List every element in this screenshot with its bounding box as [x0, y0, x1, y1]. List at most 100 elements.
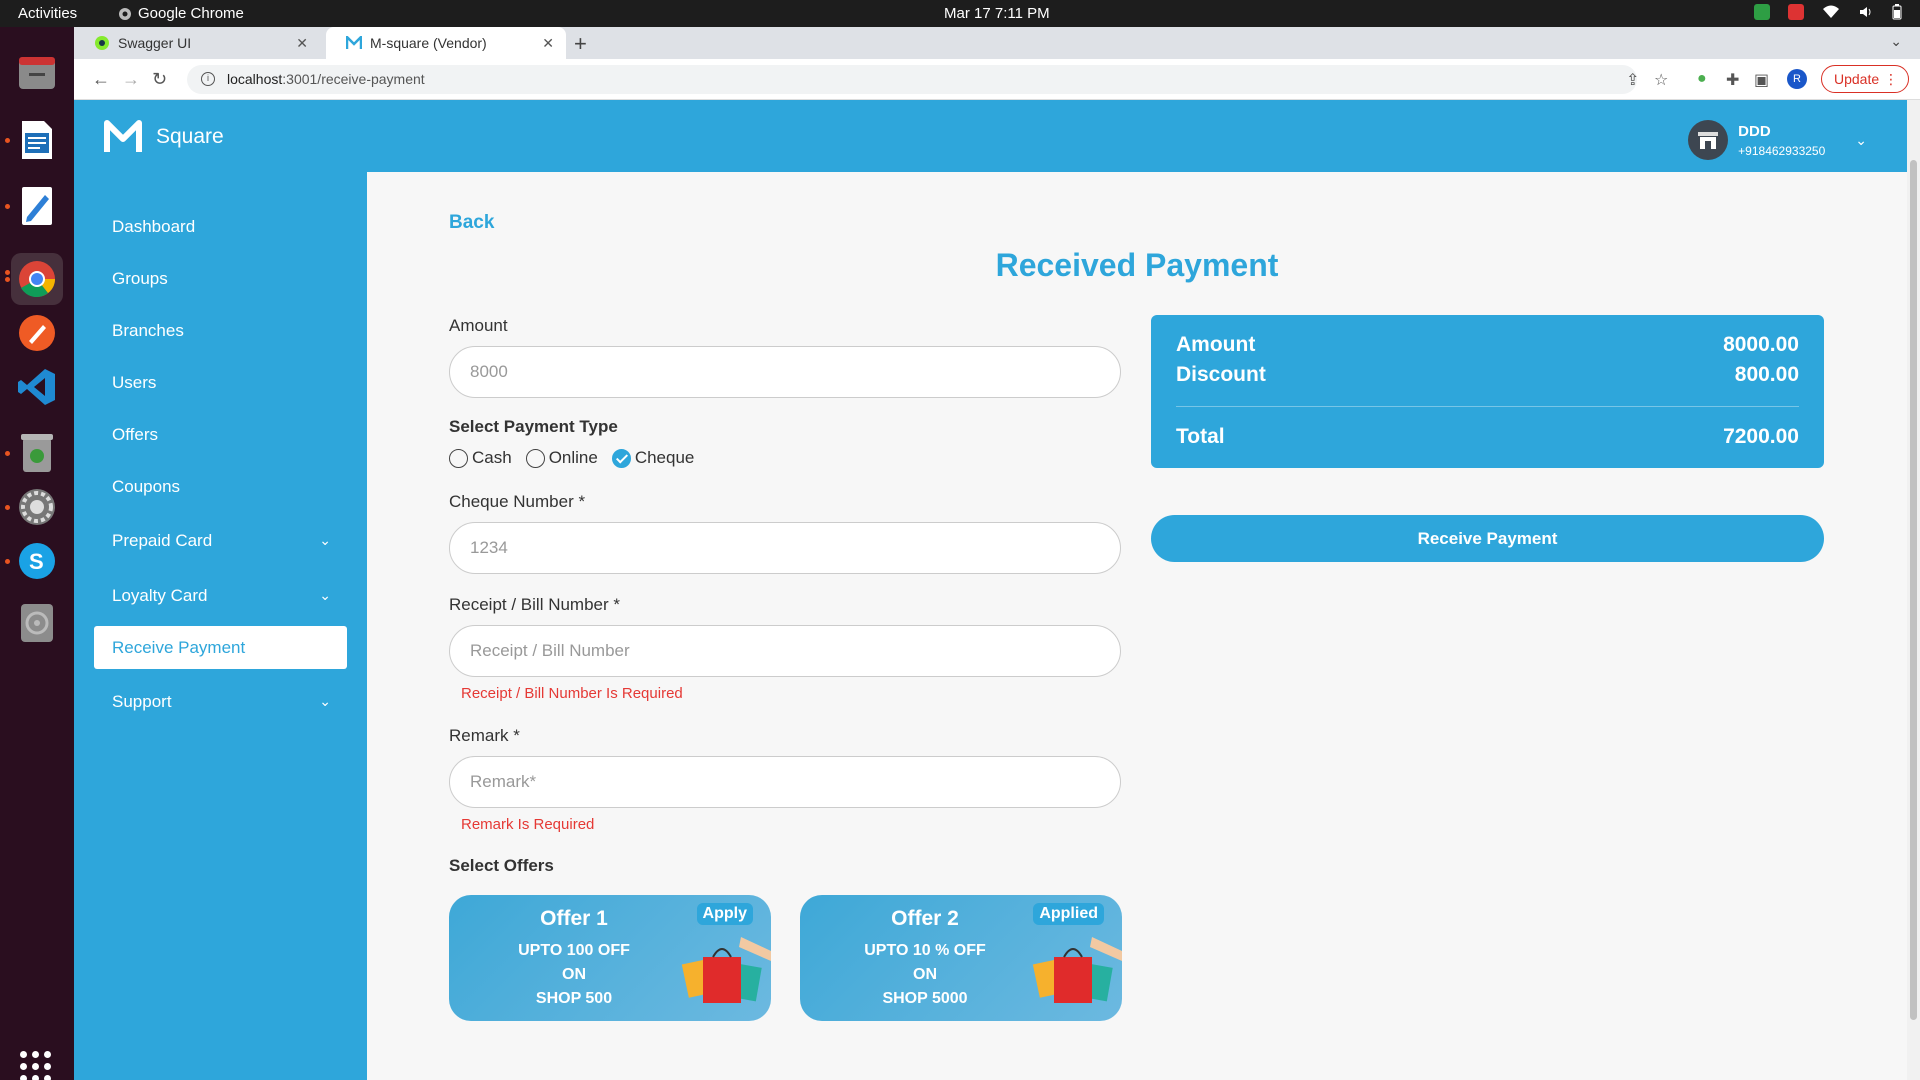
- wifi-icon[interactable]: [1822, 4, 1840, 20]
- url-field[interactable]: i localhost:3001/receive-payment: [187, 65, 1637, 94]
- remark-field[interactable]: [449, 756, 1121, 808]
- sidebar-item-loyalty-card[interactable]: Loyalty Card ⌄: [94, 574, 347, 617]
- sidebar-item-branches[interactable]: Branches: [94, 309, 347, 352]
- files-dock-icon[interactable]: [11, 47, 63, 99]
- tab-search-icon[interactable]: ⌄: [1890, 33, 1902, 50]
- radio-circle-icon: [525, 448, 545, 468]
- scrollbar-thumb[interactable]: [1910, 160, 1917, 1020]
- back-arrow-icon[interactable]: ←: [92, 69, 110, 90]
- chrome-small-icon: [119, 7, 131, 20]
- dock: >_ S: [0, 27, 74, 1080]
- offer-title: Offer 2: [891, 907, 959, 930]
- sidebar-item-groups[interactable]: Groups: [94, 257, 347, 300]
- battery-icon[interactable]: [1892, 4, 1902, 20]
- more-menu-icon[interactable]: ⋮: [1884, 66, 1898, 92]
- sidebar-item-receive-payment[interactable]: Receive Payment: [94, 626, 347, 669]
- amount-field[interactable]: 8000: [449, 346, 1121, 398]
- offer-card-1[interactable]: Offer 1 UPTO 100 OFF ON SHOP 500 Apply: [449, 895, 771, 1021]
- update-tray-icon[interactable]: [1754, 4, 1770, 20]
- select-offers-label: Select Offers: [449, 856, 554, 875]
- new-tab-button[interactable]: +: [574, 31, 587, 57]
- update-button[interactable]: Update ⋮: [1821, 65, 1909, 93]
- back-link[interactable]: Back: [449, 212, 494, 234]
- writer-dock-icon[interactable]: [5, 114, 63, 166]
- radio-online[interactable]: Online: [525, 448, 598, 468]
- summary-amount-row: Amount 8000.00: [1176, 333, 1799, 357]
- sidebar-item-label: Offers: [112, 425, 158, 444]
- sidebar-item-coupons[interactable]: Coupons: [94, 465, 347, 508]
- close-tab-icon[interactable]: ✕: [542, 35, 554, 52]
- applied-offer-button[interactable]: Applied: [1033, 903, 1104, 925]
- payment-type-radio-group: Cash Online Cheque: [449, 448, 694, 468]
- profile-avatar[interactable]: R: [1787, 69, 1807, 89]
- brand-logo[interactable]: Square: [104, 120, 224, 154]
- side-panel-icon[interactable]: ▣: [1754, 70, 1769, 90]
- trash-dock-icon[interactable]: [5, 427, 63, 479]
- skype-dock-icon[interactable]: S: [5, 535, 63, 587]
- apply-offer-button[interactable]: Apply: [696, 903, 753, 925]
- chevron-down-icon[interactable]: ⌄: [1855, 132, 1867, 149]
- sidebar-item-label: Prepaid Card: [112, 531, 213, 550]
- receipt-error: Receipt / Bill Number Is Required: [461, 685, 683, 702]
- tab-msquare[interactable]: M-square (Vendor) ✕: [326, 27, 566, 59]
- chrome-dock-icon[interactable]: [5, 253, 63, 305]
- sidebar-item-offers[interactable]: Offers: [94, 413, 347, 456]
- settings-dock-icon[interactable]: [5, 481, 63, 533]
- cheque-number-field[interactable]: 1234: [449, 522, 1121, 574]
- show-apps-icon[interactable]: [20, 1051, 51, 1080]
- radio-checked-icon: [611, 448, 631, 468]
- page-title: Received Payment: [995, 247, 1279, 283]
- radio-cash[interactable]: Cash: [449, 448, 512, 468]
- reload-icon[interactable]: ↻: [152, 69, 167, 90]
- remark-error: Remark Is Required: [461, 816, 595, 833]
- radio-label: Cash: [472, 448, 512, 467]
- system-tray[interactable]: [1754, 4, 1902, 20]
- offer-card-2[interactable]: Offer 2 UPTO 10 % OFF ON SHOP 5000 Appli…: [800, 895, 1122, 1021]
- sidebar-item-users[interactable]: Users: [94, 361, 347, 404]
- clock[interactable]: Mar 17 7:11 PM: [944, 5, 1050, 22]
- receipt-number-field[interactable]: [449, 625, 1121, 677]
- sidebar-item-prepaid-card[interactable]: Prepaid Card ⌄: [94, 519, 347, 562]
- extensions-puzzle-icon[interactable]: ✚: [1726, 70, 1739, 90]
- swagger-icon: [94, 35, 110, 51]
- browser-tab-strip: Swagger UI ✕ M-square (Vendor) ✕ + ⌄: [74, 27, 1920, 59]
- svg-text:S: S: [29, 549, 44, 574]
- app-header: Square DDD +918462933250 ⌄: [74, 100, 1907, 172]
- sidebar-item-support[interactable]: Support ⌄: [94, 680, 347, 723]
- close-tab-icon[interactable]: ✕: [296, 35, 308, 52]
- offer-description: UPTO 100 OFF ON SHOP 500: [449, 939, 699, 1011]
- site-info-icon[interactable]: i: [201, 72, 215, 86]
- sidebar-item-dashboard[interactable]: Dashboard: [94, 205, 347, 248]
- bookmark-star-icon[interactable]: ☆: [1654, 70, 1668, 90]
- receive-payment-button[interactable]: Receive Payment: [1151, 515, 1824, 562]
- vscode-dock-icon[interactable]: [11, 361, 63, 413]
- disc-dock-icon[interactable]: [11, 597, 63, 649]
- share-icon[interactable]: ⇪: [1626, 70, 1639, 90]
- summary-discount-value: 800.00: [1734, 363, 1799, 386]
- avatar: [1688, 120, 1729, 160]
- extension-icon[interactable]: ●: [1697, 70, 1707, 88]
- app-menu[interactable]: Google Chrome: [118, 5, 244, 22]
- summary-amount-value: 8000.00: [1723, 333, 1799, 356]
- volume-icon[interactable]: [1858, 4, 1874, 20]
- offer-line: ON: [913, 966, 937, 983]
- sidebar: Dashboard Groups Branches Users Offers C…: [74, 172, 367, 1080]
- record-tray-icon[interactable]: [1788, 4, 1804, 20]
- offer-line: UPTO 100 OFF: [518, 942, 630, 959]
- radio-cheque[interactable]: Cheque: [611, 448, 694, 468]
- page-scrollbar[interactable]: [1907, 100, 1920, 1080]
- tab-swagger[interactable]: Swagger UI ✕: [74, 27, 320, 59]
- payment-type-label: Select Payment Type: [449, 417, 618, 436]
- activities-button[interactable]: Activities: [18, 5, 77, 22]
- address-bar-row: ← → ↻ i localhost:3001/receive-payment ⇪…: [74, 59, 1920, 100]
- postman-dock-icon[interactable]: [11, 307, 63, 359]
- amount-label: Amount: [449, 316, 508, 335]
- forward-arrow-icon[interactable]: →: [122, 69, 140, 90]
- offer-description: UPTO 10 % OFF ON SHOP 5000: [800, 939, 1050, 1011]
- shopping-bags-icon: [1032, 937, 1122, 1003]
- sidebar-item-label: Support: [112, 692, 172, 711]
- offer-title: Offer 1: [540, 907, 608, 930]
- system-top-bar: Activities Google Chrome Mar 17 7:11 PM: [0, 0, 1920, 27]
- text-editor-dock-icon[interactable]: [5, 180, 63, 232]
- user-menu[interactable]: DDD +918462933250 ⌄: [1688, 120, 1867, 160]
